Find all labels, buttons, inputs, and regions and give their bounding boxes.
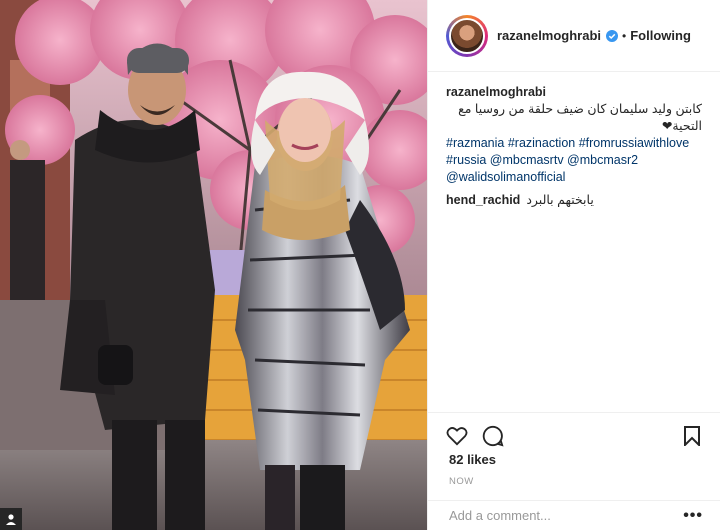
comment-icon	[482, 425, 504, 447]
post-side-panel: razanelmoghrabi • Following razanelmoghr…	[427, 0, 720, 530]
tagged-people-button[interactable]	[0, 508, 22, 530]
bookmark-icon	[684, 426, 700, 446]
caption-mention[interactable]: @walidsolimanofficial	[446, 169, 702, 186]
profile-icon	[6, 514, 16, 525]
add-comment-bar: Add a comment... •••	[428, 500, 720, 530]
verified-badge-icon	[606, 29, 619, 42]
caption-hashtags-1[interactable]: #razmania #razinaction #fromrussiawithlo…	[446, 135, 702, 152]
more-options-button[interactable]: •••	[683, 507, 703, 525]
comment-username[interactable]: hend_rachid	[446, 192, 520, 209]
comment-button[interactable]	[480, 423, 506, 449]
post-timestamp[interactable]: NOW	[449, 476, 474, 487]
following-button[interactable]: Following	[630, 28, 691, 43]
avatar[interactable]	[446, 14, 488, 57]
comment-item: hend_rachid يابختهم بالبرد	[446, 192, 702, 209]
caption-hashtags-2[interactable]: #russia @mbcmasrtv @mbcmasr2	[446, 152, 702, 169]
like-button[interactable]	[444, 423, 470, 449]
like-count[interactable]: 82 likes	[449, 452, 496, 467]
comment-text: يابختهم بالبرد	[526, 193, 594, 207]
caption-username[interactable]: razanelmoghrabi	[446, 85, 546, 99]
caption: razanelmoghrabi كابتن وليد سليمان كان ضي…	[446, 84, 702, 186]
post-header: razanelmoghrabi • Following	[428, 0, 720, 72]
separator-dot: •	[622, 28, 627, 43]
comment-input[interactable]: Add a comment...	[449, 508, 683, 523]
post-photo[interactable]	[0, 0, 427, 530]
save-button[interactable]	[679, 423, 705, 449]
heart-icon	[446, 427, 468, 446]
header-username[interactable]: razanelmoghrabi	[497, 28, 601, 43]
comments-section: razanelmoghrabi كابتن وليد سليمان كان ضي…	[428, 72, 720, 209]
post-image	[0, 0, 427, 530]
action-bar	[428, 412, 720, 449]
caption-text: كابتن وليد سليمان كان ضيف حلقة من روسيا …	[458, 102, 702, 133]
